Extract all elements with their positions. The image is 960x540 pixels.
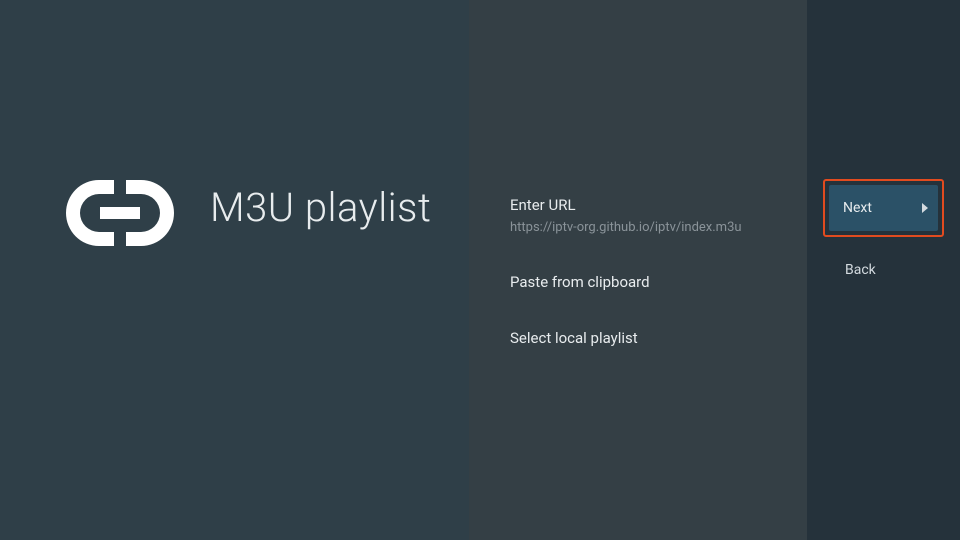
page-title: M3U playlist	[210, 184, 431, 231]
enter-url-label: Enter URL	[510, 196, 787, 214]
play-icon	[922, 203, 928, 213]
paste-clipboard-label: Paste from clipboard	[510, 273, 787, 291]
next-button-highlight: Next	[823, 179, 944, 237]
select-local-item[interactable]: Select local playlist	[510, 329, 787, 347]
next-label: Next	[843, 200, 872, 216]
select-local-label: Select local playlist	[510, 329, 787, 347]
paste-clipboard-item[interactable]: Paste from clipboard	[510, 273, 787, 291]
enter-url-value: https://iptv-org.github.io/iptv/index.m3…	[510, 220, 787, 235]
left-panel: M3U playlist	[0, 0, 469, 540]
next-button[interactable]: Next	[829, 185, 938, 231]
back-button[interactable]: Back	[823, 255, 944, 278]
enter-url-item[interactable]: Enter URL https://iptv-org.github.io/ipt…	[510, 196, 787, 235]
right-panel: Next Back	[807, 0, 960, 540]
back-label: Back	[845, 262, 876, 278]
link-icon	[66, 180, 174, 246]
middle-panel: Enter URL https://iptv-org.github.io/ipt…	[469, 0, 807, 540]
